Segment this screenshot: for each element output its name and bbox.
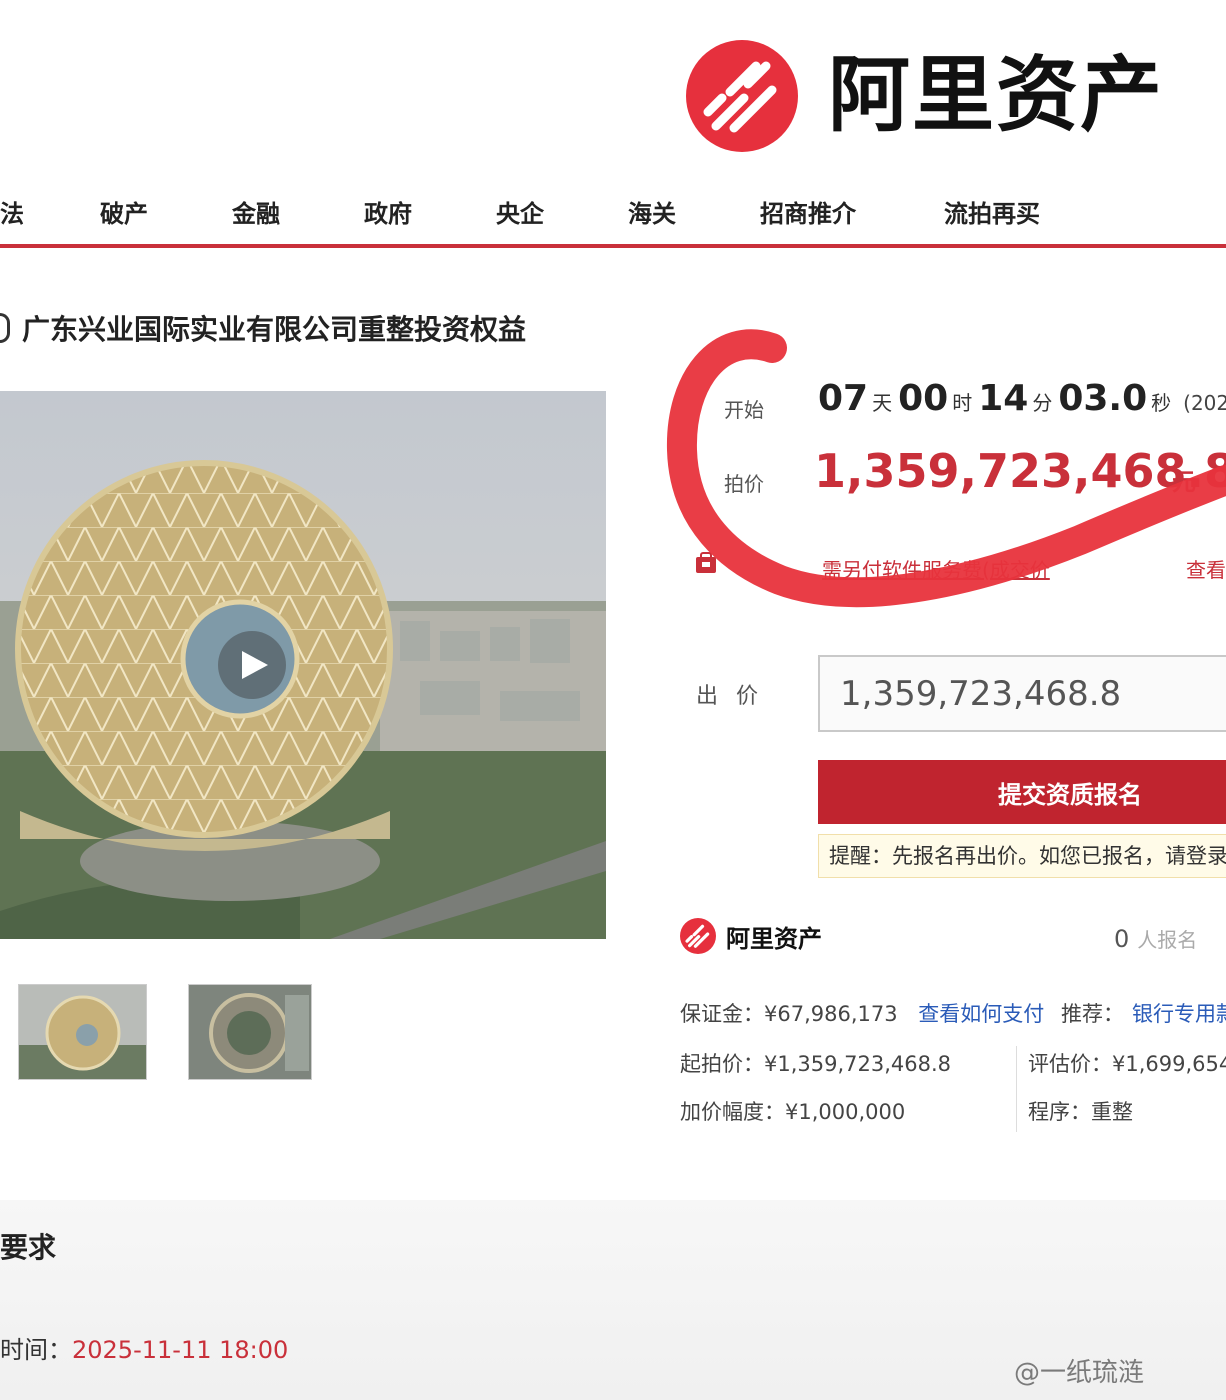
procedure-row: 程序：重整 <box>1028 1096 1133 1126</box>
summary-brand-name: 阿里资产 <box>726 924 822 953</box>
thumbnail-2[interactable] <box>188 984 312 1080</box>
deposit-value: ¥67,986,173 <box>764 1002 898 1026</box>
nav-item-investment[interactable]: 招商推介 <box>760 194 856 229</box>
ali-assets-small-logo-icon <box>680 918 716 954</box>
circle-building-photo <box>0 391 606 939</box>
bid-label: 出价 <box>696 684 777 709</box>
summary-brand: 阿里资产 <box>680 918 822 954</box>
current-price: 1,359,723,468.8 <box>814 444 1226 498</box>
brand-logo[interactable]: 阿里资产 <box>686 40 1164 152</box>
increment-value: ¥1,000,000 <box>785 1100 906 1124</box>
signup-reminder: 提醒：先报名再出价。如您已报名，请登录 <box>818 834 1226 878</box>
nav-item-bankruptcy[interactable]: 破产 <box>100 194 148 229</box>
service-fee-text: 需另付软件服务费(成交价 <box>822 558 1050 582</box>
title-marker-icon <box>0 313 10 343</box>
price-label: 拍价 <box>724 472 764 496</box>
page-title: 广东兴业国际实业有限公司重整投资权益 <box>22 313 527 346</box>
brand-name: 阿里资产 <box>828 48 1165 143</box>
deposit-payment-link[interactable]: 查看如何支付 <box>918 1002 1044 1026</box>
deposit-row: 保证金：¥67,986,173 查看如何支付 推荐： 银行专用款 <box>680 998 1226 1028</box>
appraisal-label: 评估价： <box>1028 1052 1112 1076</box>
service-fee-link[interactable]: 查看 <box>1186 554 1226 583</box>
nav-divider <box>0 244 1226 248</box>
time-row: 时间：2025-11-11 18:00 <box>0 1330 288 1365</box>
start-price-value: ¥1,359,723,468.8 <box>764 1052 952 1076</box>
thumbnail-aerial-icon <box>189 985 311 1079</box>
nav-item-customs[interactable]: 海关 <box>628 194 676 229</box>
start-label: 开始 <box>724 398 764 422</box>
thumbnail-1[interactable] <box>18 984 147 1080</box>
start-price-row: 起拍价：¥1,359,723,468.8 <box>680 1048 951 1078</box>
price-unit: 元 <box>1172 468 1196 496</box>
procedure-label: 程序： <box>1028 1100 1091 1124</box>
signup-count-value: 0 <box>1114 925 1130 953</box>
procedure-value: 重整 <box>1091 1100 1133 1124</box>
fee-row <box>694 552 718 574</box>
requirements-title: 要求 <box>0 1231 57 1264</box>
summary-divider <box>1016 1046 1017 1132</box>
countdown-days-unit: 天 <box>872 391 893 415</box>
nav-item-relist[interactable]: 流拍再买 <box>944 194 1040 229</box>
ali-assets-logo-icon <box>686 40 798 152</box>
signup-count: 0 人报名 <box>1114 924 1197 953</box>
time-value: 2025-11-11 18:00 <box>72 1336 289 1364</box>
submit-qualification-button[interactable]: 提交资质报名 <box>818 760 1226 824</box>
fee-bag-icon <box>696 552 716 573</box>
countdown-days: 07 <box>818 378 869 419</box>
nav-item-finance[interactable]: 金融 <box>232 194 280 229</box>
countdown-timer: 07 天 00 时 14 分 03.0 秒 (202 <box>818 378 1226 419</box>
countdown-seconds-unit: 秒 <box>1151 391 1172 415</box>
weibo-watermark: @一纸琉涟 <box>1014 1358 1145 1388</box>
recommend-label: 推荐： <box>1060 1002 1124 1026</box>
bid-amount-input[interactable] <box>818 655 1226 732</box>
deposit-label: 保证金： <box>680 1002 764 1026</box>
main-nav: 法 破产 金融 政府 央企 海关 招商推介 流拍再买 <box>0 186 1226 234</box>
time-label: 时间： <box>0 1336 72 1364</box>
countdown-hours-unit: 时 <box>952 391 973 415</box>
countdown-minutes-unit: 分 <box>1032 391 1053 415</box>
increment-row: 加价幅度：¥1,000,000 <box>680 1096 905 1126</box>
recommend-link[interactable]: 银行专用款 <box>1132 1002 1226 1026</box>
thumbnail-building-icon <box>19 985 146 1079</box>
main-image[interactable] <box>0 391 606 939</box>
appraisal-value: ¥1,699,654 <box>1112 1052 1226 1076</box>
increment-label: 加价幅度： <box>680 1100 785 1124</box>
countdown-minutes: 14 <box>978 378 1029 419</box>
nav-item-soe[interactable]: 央企 <box>496 194 544 229</box>
nav-item-government[interactable]: 政府 <box>364 194 412 229</box>
countdown-date-fragment: (202 <box>1183 391 1226 415</box>
item-title-row: 广东兴业国际实业有限公司重整投资权益 <box>0 308 526 348</box>
start-price-label: 起拍价： <box>680 1052 764 1076</box>
countdown-hours: 00 <box>898 378 949 419</box>
appraisal-row: 评估价：¥1,699,654 <box>1028 1048 1226 1078</box>
nav-item-law[interactable]: 法 <box>0 194 24 229</box>
signup-count-unit: 人报名 <box>1137 928 1198 952</box>
countdown-seconds: 03.0 <box>1058 378 1148 419</box>
